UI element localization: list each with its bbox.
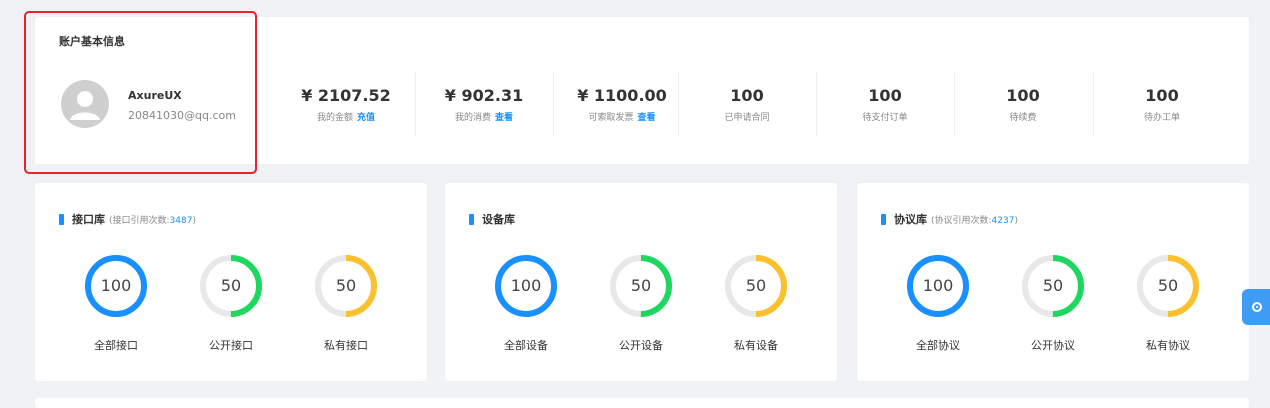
stat-label-text: 可索取发票 xyxy=(588,113,634,123)
stat-value: 100 xyxy=(868,86,902,105)
note-prefix: (接口引用次数: xyxy=(109,215,170,226)
title-bar-marker xyxy=(59,213,64,225)
divider xyxy=(954,72,955,136)
library-note: (协议引用次数:4237) xyxy=(931,213,1018,226)
note-suffix: ) xyxy=(192,215,196,226)
divider xyxy=(678,72,679,136)
divider xyxy=(415,72,416,136)
ring-value: 100 xyxy=(100,276,132,295)
ring-chart: 50 xyxy=(313,253,379,319)
stat-value: 100 xyxy=(730,86,764,105)
ring-label: 私有接口 xyxy=(324,339,368,352)
stat-balance: ¥ 2107.52 我的金额 充值 xyxy=(277,86,415,152)
stat-label: 待续费 xyxy=(1009,113,1037,123)
note-prefix: (协议引用次数: xyxy=(931,215,992,226)
ring-chart: 100 xyxy=(493,253,559,319)
interface-library-card: 接口库 (接口引用次数:3487) 100 全部接口 50 公开接口 50 私有接口 xyxy=(35,183,427,381)
bottom-card xyxy=(35,398,1249,408)
stat-label-text: 我的金额 xyxy=(316,113,353,123)
stat-value: 100 xyxy=(1145,86,1179,105)
ring-stat[interactable]: 100 全部协议 xyxy=(905,253,971,353)
divider xyxy=(816,72,817,136)
ring-value: 50 xyxy=(220,276,242,295)
ring-value: 50 xyxy=(745,276,767,295)
divider xyxy=(553,72,554,136)
stat-tickets[interactable]: 100 待办工单 xyxy=(1093,72,1231,152)
ring-value: 50 xyxy=(630,276,652,295)
stat-label: 已申请合同 xyxy=(724,113,770,123)
ring-label: 公开设备 xyxy=(619,339,663,352)
library-title: 设备库 xyxy=(482,213,515,226)
ring-label: 全部接口 xyxy=(94,339,138,352)
ring-label: 公开接口 xyxy=(209,339,253,352)
ring-label: 私有协议 xyxy=(1146,339,1190,352)
ring-label: 全部协议 xyxy=(916,339,960,352)
stat-unpaid-orders[interactable]: 100 待支付订单 xyxy=(816,72,954,152)
stat-label: 待支付订单 xyxy=(862,113,908,123)
device-library-card: 设备库 100 全部设备 50 公开设备 50 私有设备 xyxy=(445,183,837,381)
title-bar-marker xyxy=(881,213,886,225)
ring-value: 50 xyxy=(335,276,357,295)
stat-label: 待办工单 xyxy=(1143,113,1180,123)
ring-stat[interactable]: 50 公开设备 xyxy=(608,253,674,353)
ring-label: 全部设备 xyxy=(504,339,548,352)
view-invoice-link[interactable]: 查看 xyxy=(638,113,656,123)
ring-chart: 50 xyxy=(1020,253,1086,319)
ring-label: 私有设备 xyxy=(734,339,778,352)
library-title: 协议库 xyxy=(894,213,927,226)
stat-renewals[interactable]: 100 待续费 xyxy=(954,72,1092,152)
library-title: 接口库 xyxy=(72,213,105,226)
title-bar-marker xyxy=(469,213,474,225)
stat-contracts[interactable]: 100 已申请合同 xyxy=(678,72,816,152)
stat-invoice: ¥ 1100.00 可索取发票 查看 xyxy=(553,72,691,152)
library-note: (接口引用次数:3487) xyxy=(109,213,196,226)
ring-chart: 50 xyxy=(608,253,674,319)
stat-label: 我的金额 充值 xyxy=(277,110,415,123)
stat-consumption: ¥ 902.31 我的消费 查看 xyxy=(415,72,553,152)
reference-count: 4237 xyxy=(991,215,1015,226)
ring-stat[interactable]: 100 全部设备 xyxy=(493,253,559,353)
ring-value: 100 xyxy=(510,276,542,295)
protocol-library-card: 协议库 (协议引用次数:4237) 100 全部协议 50 公开协议 50 私有协议 xyxy=(857,183,1249,381)
ring-stat[interactable]: 50 公开协议 xyxy=(1020,253,1086,353)
stat-label-text: 我的消费 xyxy=(454,113,491,123)
ring-value: 50 xyxy=(1157,276,1179,295)
stat-value: ¥ 2107.52 xyxy=(301,86,391,105)
stat-value: ¥ 902.31 xyxy=(444,86,524,105)
ring-stat[interactable]: 50 私有接口 xyxy=(313,253,379,353)
ring-chart: 100 xyxy=(905,253,971,319)
ring-stat[interactable]: 50 私有设备 xyxy=(723,253,789,353)
ring-chart: 50 xyxy=(198,253,264,319)
stat-value: 100 xyxy=(1006,86,1040,105)
selection-highlight xyxy=(24,11,257,174)
ring-stat[interactable]: 50 私有协议 xyxy=(1135,253,1201,353)
ring-chart: 50 xyxy=(723,253,789,319)
note-suffix: ) xyxy=(1014,215,1018,226)
ring-value: 50 xyxy=(1042,276,1064,295)
ring-value: 100 xyxy=(922,276,954,295)
ring-stat[interactable]: 100 全部接口 xyxy=(83,253,149,353)
target-icon xyxy=(1252,302,1262,312)
view-consumption-link[interactable]: 查看 xyxy=(495,113,513,123)
divider xyxy=(1093,72,1094,136)
library-header: 接口库 (接口引用次数:3487) xyxy=(59,211,196,227)
stat-label: 可索取发票 查看 xyxy=(553,110,691,123)
recharge-link[interactable]: 充值 xyxy=(357,113,375,123)
floating-action-button[interactable] xyxy=(1242,289,1270,325)
reference-count: 3487 xyxy=(169,215,193,226)
ring-label: 公开协议 xyxy=(1031,339,1075,352)
stat-label: 我的消费 查看 xyxy=(415,110,553,123)
ring-chart: 100 xyxy=(83,253,149,319)
ring-stat[interactable]: 50 公开接口 xyxy=(198,253,264,353)
stat-value: ¥ 1100.00 xyxy=(577,86,667,105)
library-header: 协议库 (协议引用次数:4237) xyxy=(881,211,1018,227)
ring-chart: 50 xyxy=(1135,253,1201,319)
library-header: 设备库 xyxy=(469,211,515,227)
